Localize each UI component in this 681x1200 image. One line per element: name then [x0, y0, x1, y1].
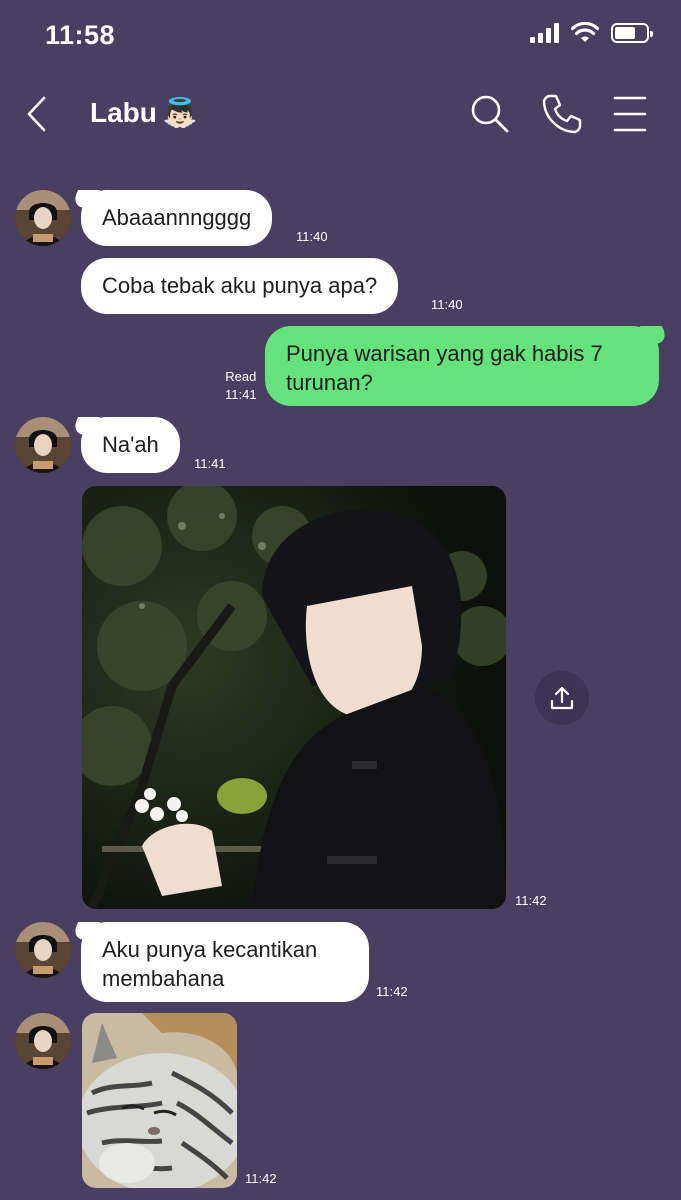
avatar[interactable] — [15, 190, 71, 246]
read-receipt: Read 11:41 — [225, 368, 257, 404]
signal-icon — [530, 23, 559, 43]
my-message-bubble[interactable]: Punya warisan yang gak habis 7 turunan? — [265, 326, 659, 406]
battery-icon — [611, 23, 653, 43]
message-bubble[interactable]: Aku punya kecantikan membahana — [81, 922, 369, 1002]
menu-icon — [613, 96, 647, 132]
chat-title: Labu 👼🏻 — [90, 96, 198, 129]
phone-icon — [542, 94, 582, 134]
message-text: Coba tebak aku punya apa? — [102, 273, 378, 298]
avatar[interactable] — [15, 1013, 71, 1069]
message-time: 11:42 — [245, 1171, 277, 1186]
share-button[interactable] — [535, 671, 589, 725]
message-text: Na'ah — [102, 432, 159, 457]
message-bubble[interactable]: Na'ah — [81, 417, 180, 473]
search-icon — [471, 95, 509, 133]
message-text: Abaaannngggg — [102, 205, 252, 230]
cat-photo-message[interactable] — [82, 1013, 237, 1188]
wifi-icon — [571, 22, 599, 42]
angel-emoji: 👼🏻 — [162, 97, 198, 128]
message-text: Aku punya kecantikan membahana — [102, 937, 318, 991]
message-time: 11:41 — [194, 456, 226, 471]
message-bubble[interactable]: Coba tebak aku punya apa? — [81, 258, 399, 314]
read-status: Read — [225, 369, 257, 384]
photo-message[interactable] — [82, 486, 506, 909]
back-icon — [27, 96, 46, 132]
message-time: 11:40 — [431, 297, 463, 312]
share-icon — [550, 686, 574, 710]
status-time: 11:58 — [45, 20, 116, 50]
message-bubble[interactable]: Abaaannngggg — [81, 190, 273, 246]
search-button[interactable] — [468, 92, 512, 136]
call-button[interactable] — [540, 92, 584, 136]
message-time: 11:42 — [515, 893, 547, 908]
avatar[interactable] — [15, 417, 71, 473]
message-time: 11:42 — [376, 984, 408, 999]
message-time: 11:41 — [225, 387, 257, 402]
message-time: 11:40 — [296, 229, 328, 244]
status-icons — [530, 22, 653, 44]
back-button[interactable] — [20, 92, 56, 136]
avatar[interactable] — [15, 922, 71, 978]
menu-button[interactable] — [610, 92, 654, 136]
chat-screen: 11:58 Labu 👼🏻 Abaaannngggg 11:40 Coba te… — [0, 0, 681, 1200]
chat-title-text: Labu — [90, 96, 157, 128]
message-text: Punya warisan yang gak habis 7 turunan? — [286, 341, 603, 395]
